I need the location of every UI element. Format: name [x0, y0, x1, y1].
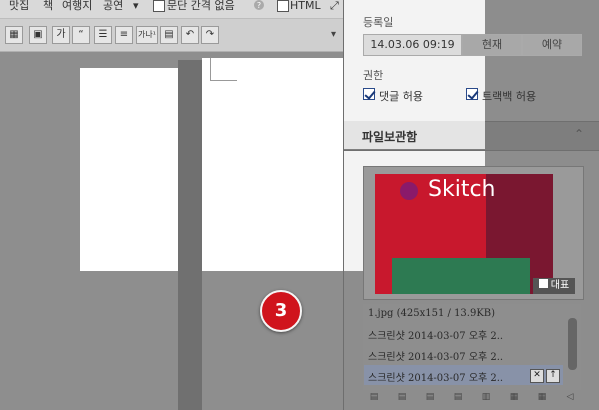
file-list-scrollbar[interactable] — [568, 318, 577, 370]
table-icon[interactable]: ▦ — [5, 26, 23, 44]
audio-icon[interactable]: ◁ — [562, 392, 578, 406]
representative-badge[interactable]: 대표 — [533, 278, 575, 294]
help-icon[interactable]: ? — [254, 0, 264, 10]
delete-file-icon[interactable]: ✕ — [530, 369, 544, 383]
gallery-icon[interactable]: ▦ — [506, 392, 522, 406]
storage-title: 파일보관함 — [362, 130, 418, 144]
line-icon[interactable]: ≡ — [115, 26, 133, 44]
permission-label: 권한 — [363, 69, 384, 82]
file-row[interactable]: 스크린샷 2014-03-07 오후 2.. — [368, 327, 503, 342]
representative-check-icon — [538, 279, 548, 288]
date-label: 등록일 — [363, 16, 394, 29]
skitch-logo-icon — [400, 182, 418, 200]
undo-icon[interactable]: ↶ — [181, 26, 199, 44]
page-corner-mark — [210, 58, 237, 81]
thumbnail-inset — [392, 258, 530, 294]
file-row[interactable]: 스크린샷 2014-03-07 오후 2.. — [368, 369, 503, 384]
menu-show[interactable]: 공연 — [103, 0, 123, 12]
align-right-icon[interactable]: ▤ — [422, 392, 438, 406]
image-icon[interactable]: ▣ — [29, 26, 47, 44]
save-icon[interactable]: ▤ — [160, 26, 178, 44]
menu-restaurant[interactable]: 맛집 — [9, 0, 29, 12]
trackback-allow-label: 트랙백 허용 — [482, 90, 537, 103]
menu-more-icon[interactable]: ▾ — [133, 0, 139, 12]
align-center-icon[interactable]: ▤ — [394, 392, 410, 406]
editor-topbar: 맛집 책 여행지 공연 ▾ 문단 간격 없음 ? HTML ⤢ — [0, 0, 343, 19]
paragraph-checkbox[interactable] — [153, 0, 165, 12]
expand-icon[interactable]: ⤢ — [330, 0, 339, 12]
paragraph-option: 문단 간격 없음 — [167, 0, 235, 12]
text-style-icon[interactable]: 가 — [52, 26, 70, 44]
align-full-icon[interactable]: ▤ — [450, 392, 466, 406]
step-badge: 3 — [260, 290, 302, 332]
trackback-checkbox[interactable] — [466, 88, 478, 100]
layout-icon[interactable]: ▥ — [478, 392, 494, 406]
representative-label: 대표 — [550, 280, 570, 291]
menu-travel[interactable]: 여행지 — [62, 0, 92, 12]
collapse-chevron-icon[interactable]: ⌃ — [574, 127, 584, 141]
html-label: HTML — [290, 0, 321, 12]
now-button[interactable]: 현재 — [462, 34, 522, 56]
quote-icon[interactable]: “ — [72, 26, 90, 44]
divider-icon[interactable]: ☰ — [94, 26, 112, 44]
grid-icon[interactable]: ▦ — [534, 392, 550, 406]
file-row[interactable]: 1.jpg (425x151 / 13.9KB) — [368, 308, 495, 319]
menu-book[interactable]: 책 — [43, 0, 53, 12]
reserve-button[interactable]: 예약 — [522, 34, 582, 56]
align-left-icon[interactable]: ▤ — [366, 392, 382, 406]
html-checkbox[interactable] — [277, 0, 289, 12]
superscript-icon[interactable]: 가나¹ — [136, 26, 158, 44]
page-gutter — [178, 60, 202, 410]
comment-allow-label: 댓글 허용 — [379, 90, 423, 103]
toolbar-more-icon[interactable]: ▾ — [331, 29, 336, 40]
thumbnail-brand: Skitch — [428, 177, 496, 202]
move-up-icon[interactable]: ↑ — [546, 369, 560, 383]
redo-icon[interactable]: ↷ — [201, 26, 219, 44]
document-page-left[interactable] — [80, 68, 178, 271]
file-row[interactable]: 스크린샷 2014-03-07 오후 2.. — [368, 348, 503, 363]
editor-toolbar: ▦ ▣ 가 “ ☰ ≡ 가나¹ ▤ ↶ ↷ ▾ — [0, 19, 343, 52]
date-value-button[interactable]: 14.03.06 09:19 — [363, 34, 462, 56]
comment-checkbox[interactable] — [363, 88, 375, 100]
